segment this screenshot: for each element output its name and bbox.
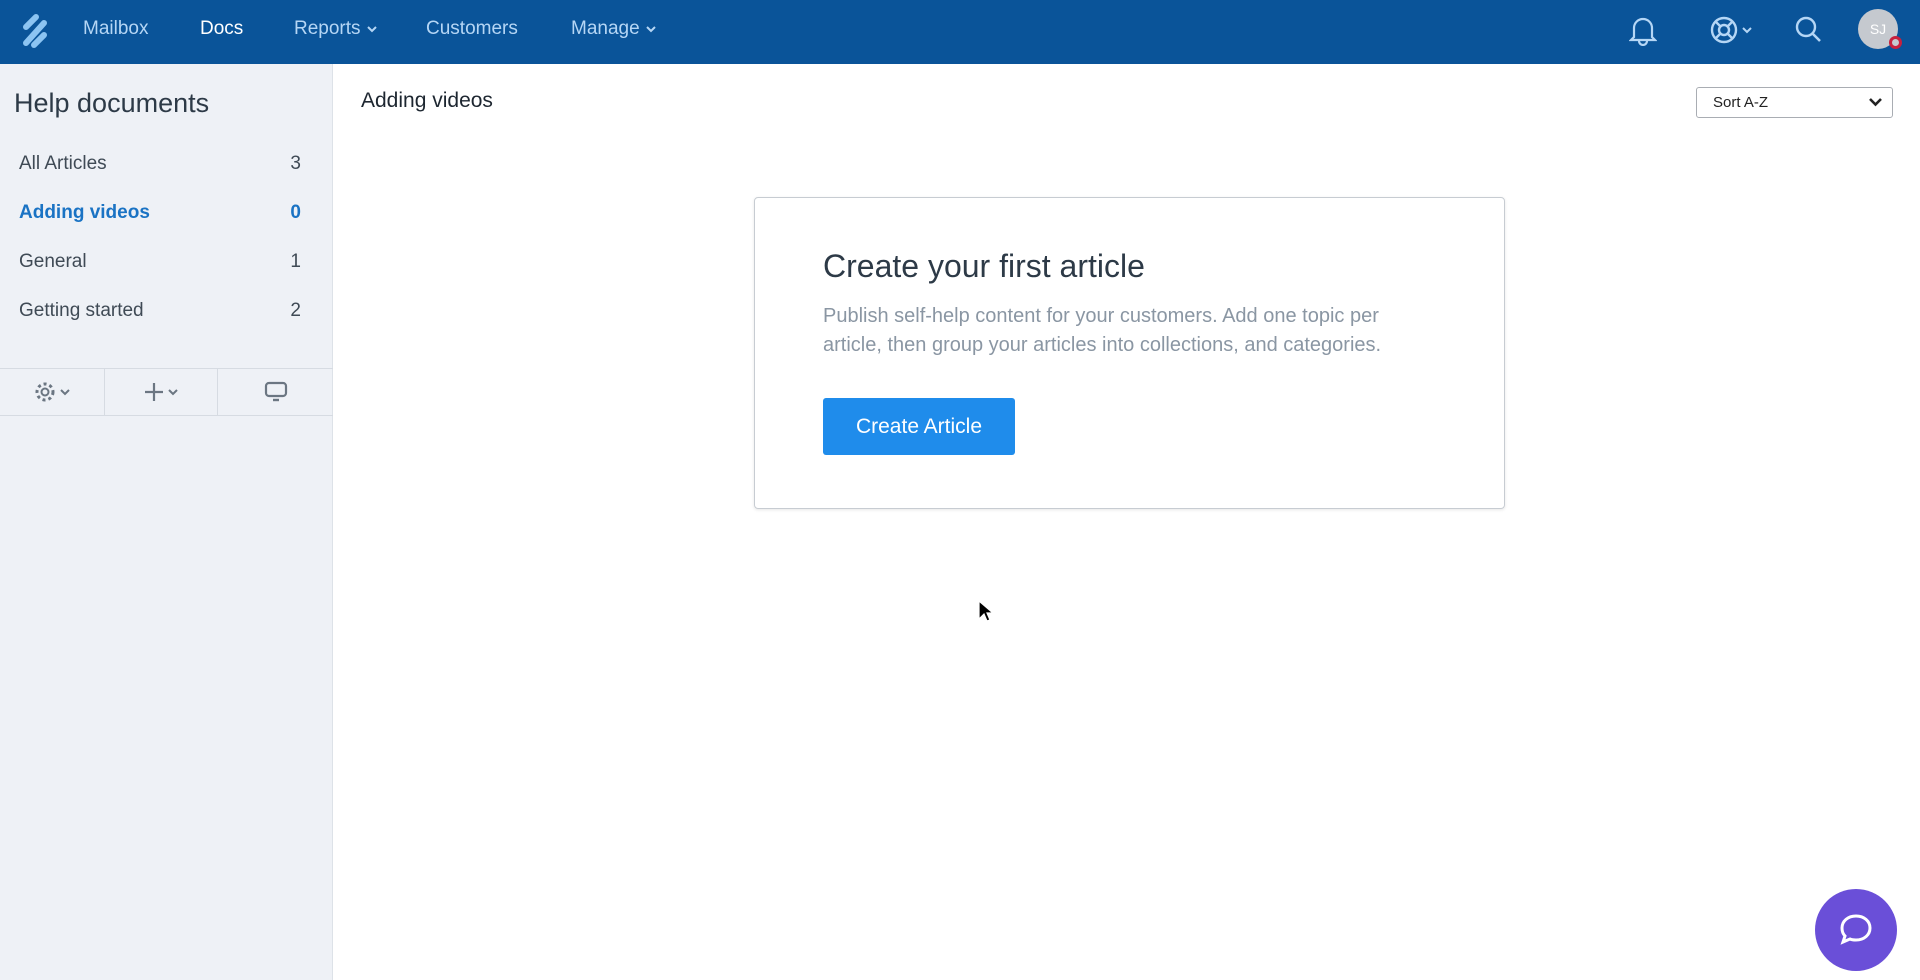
nav-label: Mailbox (83, 18, 149, 39)
gear-icon (35, 382, 55, 402)
sort-value: Sort A-Z (1713, 94, 1769, 111)
item-label: All Articles (19, 153, 107, 174)
sidebar-item-general[interactable]: General 1 (19, 251, 301, 273)
nav-docs[interactable]: Docs (200, 18, 243, 40)
chevron-down-icon (168, 388, 178, 395)
chat-icon (1840, 914, 1872, 945)
nav-label: Manage (571, 18, 640, 39)
top-nav: Mailbox Docs Reports Customers Manage SJ (0, 0, 1920, 64)
avatar[interactable]: SJ (1858, 9, 1902, 49)
nav-reports[interactable]: Reports (294, 18, 377, 40)
chat-beacon-button[interactable] (1815, 889, 1897, 971)
monitor-icon (264, 381, 287, 402)
sort-select[interactable]: Sort A-Z (1696, 87, 1893, 118)
sidebar-item-getting-started[interactable]: Getting started 2 (19, 300, 301, 322)
sidebar-toolbar (0, 368, 333, 416)
add-button[interactable] (105, 369, 218, 415)
sidebar: Help documents All Articles 3 Adding vide… (0, 64, 333, 980)
chevron-down-icon (645, 25, 656, 32)
page-title: Adding videos (361, 89, 493, 112)
nav-customers[interactable]: Customers (426, 18, 518, 40)
chevron-down-icon (1869, 98, 1882, 107)
item-count: 1 (290, 251, 301, 272)
chevron-down-icon (60, 388, 70, 395)
avatar-initials: SJ (1869, 21, 1887, 37)
item-label: Getting started (19, 300, 144, 321)
item-count: 3 (290, 153, 301, 174)
search-icon[interactable] (1794, 14, 1824, 46)
item-label: General (19, 251, 87, 272)
create-article-button[interactable]: Create Article (823, 398, 1015, 455)
sidebar-title: Help documents (14, 88, 210, 118)
card-description: Publish self-help content for your custo… (823, 305, 1382, 356)
nav-label: Reports (294, 18, 361, 39)
plus-icon (145, 383, 163, 401)
item-count: 2 (290, 300, 301, 321)
nav-manage[interactable]: Manage (571, 18, 656, 40)
item-label: Adding videos (19, 202, 150, 223)
settings-button[interactable] (0, 369, 105, 415)
preview-button[interactable] (218, 369, 333, 415)
nav-mailbox[interactable]: Mailbox (83, 18, 148, 40)
mouse-cursor-icon (978, 600, 994, 622)
card-title: Create your first article (823, 248, 1145, 284)
sidebar-item-adding-videos[interactable]: Adding videos 0 (19, 202, 301, 224)
empty-state-card: Create your first article Publish self-h… (754, 197, 1505, 509)
help-icon[interactable] (1709, 14, 1755, 46)
bell-icon[interactable] (1629, 14, 1657, 46)
chevron-down-icon (366, 25, 377, 32)
nav-label: Docs (200, 18, 244, 39)
item-count: 0 (290, 202, 301, 223)
status-indicator (1889, 36, 1902, 49)
sidebar-item-all-articles[interactable]: All Articles 3 (19, 153, 301, 175)
nav-label: Customers (426, 18, 518, 39)
logo-icon[interactable] (20, 13, 50, 49)
